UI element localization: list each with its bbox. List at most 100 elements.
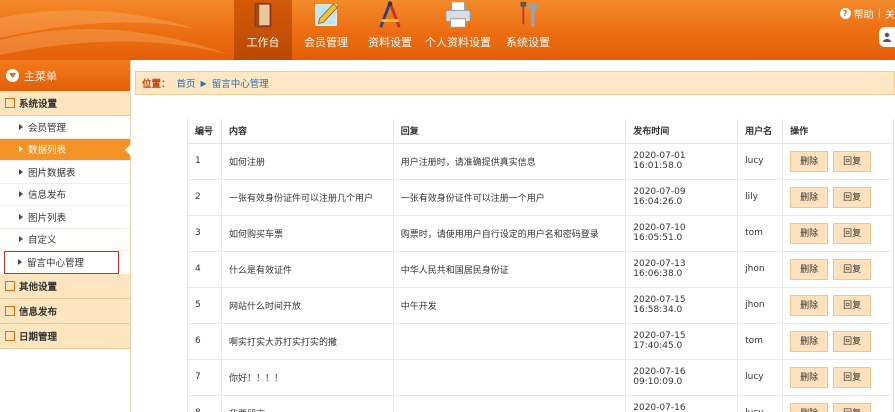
delete-button[interactable]: 删除 [790, 222, 829, 244]
reply-button[interactable]: 回复 [833, 222, 872, 244]
user-avatar[interactable] [879, 27, 895, 47]
cell-user: jhon [737, 250, 784, 288]
caret-right-icon [19, 123, 23, 130]
cell-content: 我要留言 [220, 394, 394, 412]
cell-content: 如何注册 [220, 142, 394, 180]
nav-label: 系统设置 [506, 36, 550, 49]
cell-reply: 用户注册时，请准确提供真实信息 [392, 142, 627, 180]
breadcrumb-home-link[interactable]: 首页 [177, 76, 196, 90]
help-icon[interactable]: ? [839, 8, 851, 19]
cell-reply: 中华人民共和国居民身份证 [392, 250, 627, 288]
nav-system-settings[interactable]: 系统设置 [496, 0, 560, 60]
sidebar-item-image-list[interactable]: 图片列表 [0, 206, 130, 229]
about-link[interactable]: 关 [885, 6, 895, 21]
cell-id: 2 [187, 178, 222, 216]
delete-button[interactable]: 删除 [790, 258, 829, 280]
delete-button[interactable]: 删除 [790, 186, 829, 208]
cell-id: 8 [187, 394, 222, 412]
sidebar-item-message-center[interactable]: 留言中心管理 [4, 251, 119, 274]
table-row: 8 我要留言 2020-07-16 17:05:01.0 lucy 删除回复 [187, 394, 894, 412]
sidebar-group-system-settings[interactable]: 系统设置 [0, 91, 130, 116]
reply-button[interactable]: 回复 [833, 150, 872, 172]
reply-button[interactable]: 回复 [833, 330, 872, 352]
list-icon [5, 98, 15, 108]
edit-icon [5, 305, 15, 316]
nav-data-settings[interactable]: 资料设置 [360, 0, 420, 60]
help-link[interactable]: 帮助 [854, 6, 874, 21]
reply-button[interactable]: 回复 [833, 186, 872, 208]
cell-user: lucy [737, 394, 784, 412]
cell-time: 2020-07-10 16:05:51.0 [625, 214, 739, 252]
breadcrumb: 位置： 首页 ▶ 留言中心管理 [135, 71, 895, 95]
cell-actions: 删除回复 [782, 250, 894, 288]
nav-workbench[interactable]: 工作台 [234, 0, 292, 60]
sidebar-item-custom[interactable]: 自定义 [0, 229, 130, 251]
sidebar-group-date-management[interactable]: 日期管理 [0, 323, 130, 349]
sidebar-item-label: 信息发布 [28, 190, 67, 202]
sidebar-item-member-management[interactable]: 会员管理 [0, 116, 130, 139]
column-header-reply: 回复 [392, 119, 627, 144]
sidebar-item-data-list[interactable]: 数据列表 [0, 138, 131, 161]
cell-actions: 删除回复 [782, 142, 894, 180]
nav-profile-settings[interactable]: 个人资料设置 [420, 0, 496, 60]
cell-content: 一张有效身份证件可以注册几个用户 [220, 178, 394, 216]
table-row: 4 什么是有效证件 中华人民共和国居民身份证 2020-07-13 16:06:… [187, 250, 894, 288]
cell-time: 2020-07-16 09:10:09.0 [625, 358, 739, 396]
cell-actions: 删除回复 [782, 178, 894, 216]
delete-button[interactable]: 删除 [790, 150, 829, 172]
caret-right-icon [18, 259, 22, 266]
chat-icon [5, 280, 15, 291]
delete-button[interactable]: 删除 [790, 366, 829, 388]
breadcrumb-area: 位置： 首页 ▶ 留言中心管理 [131, 60, 895, 107]
cell-id: 7 [187, 358, 222, 396]
cell-time: 2020-07-09 16:04:26.0 [625, 178, 739, 216]
table-row: 7 你好！！！！ 2020-07-16 09:10:09.0 lucy 删除 回复 [187, 358, 894, 396]
cell-content: 如何购买车票 [220, 214, 394, 252]
tools-icon [520, 1, 538, 27]
reply-button[interactable]: 回复 [833, 258, 872, 280]
breadcrumb-current[interactable]: 留言中心管理 [212, 76, 269, 90]
sidebar-item-image-datatable[interactable]: 图片数据表 [0, 161, 130, 184]
sidebar-item-label: 图片列表 [28, 212, 67, 224]
book-icon [254, 2, 272, 28]
header-swirl-decoration [0, 10, 230, 55]
table-row: 5 网站什么时间开放 中午开发 2020-07-15 16:58:34.0 jh… [187, 286, 894, 324]
calendar-icon [5, 330, 15, 341]
pencil-icon [315, 3, 338, 26]
delete-button[interactable]: 删除 [790, 294, 829, 316]
cell-user: lily [737, 178, 784, 216]
sidebar-item-info-publish[interactable]: 信息发布 [0, 184, 130, 206]
table-header-row: 编号 内容 回复 发布时间 用户名 操作 [187, 119, 894, 144]
compass-icon [379, 1, 401, 28]
reply-button[interactable]: 回复 [833, 294, 872, 316]
cell-reply [392, 358, 627, 396]
delete-button[interactable]: 删除 [790, 330, 829, 352]
sidebar-group-other-settings[interactable]: 其他设置 [0, 273, 130, 299]
message-table: 编号 内容 回复 发布时间 用户名 操作 1 如何注册 用户注册时，请准确提供真… [187, 119, 894, 412]
caret-right-icon [19, 168, 23, 175]
caret-right-icon [19, 213, 23, 220]
nav-label: 个人资料设置 [425, 36, 491, 49]
nav-member-management[interactable]: 会员管理 [292, 0, 360, 60]
main-content: 编号 内容 回复 发布时间 用户名 操作 1 如何注册 用户注册时，请准确提供真… [131, 107, 895, 412]
caret-right-icon [19, 146, 23, 153]
column-header-actions: 操作 [782, 119, 894, 144]
sidebar-group-label: 其他设置 [19, 281, 58, 293]
cell-reply [392, 322, 627, 360]
cell-actions: 删除回复 [782, 286, 894, 324]
reply-button[interactable]: 回复 [833, 402, 872, 412]
cell-id: 6 [187, 322, 222, 360]
table-row: 3 如何购买车票 购票时，请使用用户自行设定的用户名和密码登录 2020-07-… [187, 214, 894, 252]
sidebar: 主菜单 系统设置 会员管理 数据列表 图片数据表 信息发布 图片列表 自定义 留… [0, 60, 131, 412]
cell-time: 2020-07-01 16:01:58.0 [625, 142, 739, 180]
nav-label: 工作台 [246, 36, 280, 49]
sidebar-main-menu-header[interactable]: 主菜单 [0, 60, 130, 91]
column-header-user: 用户名 [737, 119, 784, 144]
delete-button[interactable]: 删除 [790, 402, 829, 412]
table-row: 1 如何注册 用户注册时，请准确提供真实信息 2020-07-01 16:01:… [187, 142, 894, 180]
table-row: 2 一张有效身份证件可以注册几个用户 一张有效身份证件可以注册一个用户 2020… [187, 178, 894, 216]
reply-button[interactable]: 回复 [833, 366, 872, 388]
sidebar-group-info-publish[interactable]: 信息发布 [0, 298, 130, 324]
cell-user: lucy [737, 142, 784, 180]
user-icon [883, 32, 891, 42]
